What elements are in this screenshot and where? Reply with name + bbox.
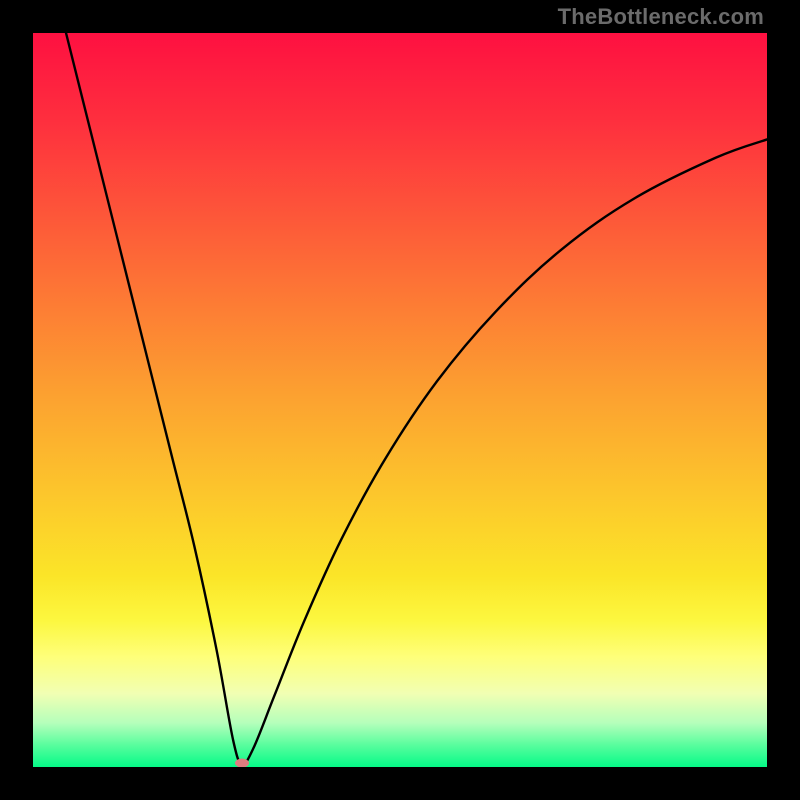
minimum-point-marker (235, 759, 249, 767)
bottleneck-curve (33, 33, 767, 767)
plot-area (33, 33, 767, 767)
chart-frame: TheBottleneck.com (0, 0, 800, 800)
watermark-text: TheBottleneck.com (558, 4, 764, 30)
